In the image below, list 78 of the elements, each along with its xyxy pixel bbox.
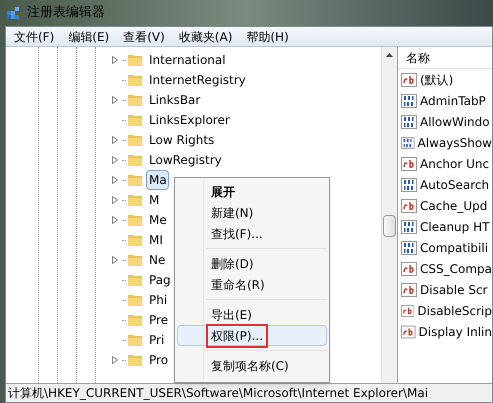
folder-icon bbox=[127, 53, 143, 67]
string-value-icon bbox=[401, 304, 414, 318]
menu-item[interactable]: 编辑(E) bbox=[66, 28, 112, 46]
tree-item[interactable]: MI bbox=[146, 230, 165, 250]
registry-editor-icon bbox=[6, 5, 22, 21]
tree-item[interactable]: LinksBar bbox=[146, 90, 202, 110]
value-name[interactable]: CSS_Compa bbox=[420, 260, 492, 278]
folder-icon bbox=[127, 73, 143, 87]
tree-item[interactable]: LinksExplorer bbox=[146, 110, 232, 130]
tree-item[interactable]: International bbox=[146, 50, 228, 70]
folder-icon bbox=[127, 253, 143, 267]
folder-icon bbox=[127, 113, 143, 127]
string-value-icon bbox=[401, 72, 417, 86]
tree-item[interactable]: Me bbox=[146, 210, 169, 230]
scroll-up-arrow-icon[interactable] bbox=[386, 53, 393, 57]
tree-item[interactable]: Low Rights bbox=[146, 130, 216, 150]
tree-item[interactable]: Ma bbox=[146, 170, 169, 190]
window-title: 注册表编辑器 bbox=[27, 4, 105, 22]
value-name[interactable]: AutoSearch bbox=[420, 176, 490, 194]
column-header[interactable]: 名称 bbox=[398, 47, 492, 69]
binary-value-icon bbox=[401, 114, 417, 128]
binary-value-icon bbox=[401, 240, 417, 254]
menu-item[interactable]: 文件(F) bbox=[12, 28, 56, 46]
context-menu-item[interactable]: 复制项名称(C) bbox=[177, 355, 327, 376]
value-name[interactable]: AlwaysShow bbox=[418, 134, 492, 152]
context-menu-item[interactable]: 删除(D) bbox=[177, 253, 327, 274]
binary-value-icon bbox=[401, 220, 417, 234]
status-bar: 计算机\HKEY_CURRENT_USER\Software\Microsoft\Internet Explorer\Mai bbox=[6, 383, 492, 402]
tree-item[interactable]: M bbox=[146, 190, 162, 210]
folder-icon bbox=[127, 353, 143, 367]
tree-item[interactable]: Pro bbox=[146, 350, 170, 370]
folder-icon bbox=[127, 133, 143, 147]
binary-value-icon bbox=[401, 178, 417, 192]
folder-icon bbox=[127, 273, 143, 287]
value-name[interactable]: Anchor Unc bbox=[420, 154, 490, 172]
context-menu-item[interactable]: 查找(F)... bbox=[177, 223, 327, 244]
binary-value-icon bbox=[401, 136, 415, 150]
folder-icon bbox=[127, 173, 143, 187]
folder-icon bbox=[127, 193, 143, 207]
tree-item[interactable]: LowRegistry bbox=[146, 150, 224, 170]
menu-item[interactable]: 查看(V) bbox=[121, 28, 167, 46]
string-value-icon bbox=[401, 156, 417, 170]
value-name[interactable]: Compatibili bbox=[420, 238, 488, 256]
value-name[interactable]: Display Inlin bbox=[418, 322, 492, 340]
value-name[interactable]: AllowWindo bbox=[420, 112, 490, 130]
context-menu-item[interactable]: 重命名(R) bbox=[177, 274, 327, 295]
tree-item[interactable]: Ne bbox=[146, 250, 168, 270]
string-value-icon bbox=[401, 324, 416, 338]
folder-icon bbox=[127, 333, 143, 347]
folder-icon bbox=[127, 93, 143, 107]
string-value-icon bbox=[401, 282, 417, 296]
tree-item[interactable]: Pre bbox=[146, 310, 170, 330]
string-value-icon bbox=[401, 198, 417, 212]
menu-item[interactable]: 收藏夹(A) bbox=[176, 28, 234, 46]
value-name[interactable]: DisableScrip bbox=[417, 302, 492, 320]
value-name[interactable]: (默认) bbox=[420, 70, 454, 88]
scrollbar[interactable] bbox=[381, 47, 397, 383]
scroll-thumb[interactable] bbox=[383, 215, 396, 237]
tree-item[interactable]: Pri bbox=[146, 330, 166, 350]
context-menu-item[interactable]: 展开 bbox=[177, 181, 327, 202]
value-name[interactable]: Cache_Upd bbox=[420, 196, 488, 214]
folder-icon bbox=[127, 153, 143, 167]
tree-item[interactable]: Phi bbox=[146, 290, 170, 310]
menu-item[interactable]: 帮助(H) bbox=[244, 28, 291, 46]
tree-item[interactable]: Pag bbox=[146, 270, 173, 290]
context-menu-item[interactable]: 导出(E) bbox=[177, 304, 327, 325]
folder-icon bbox=[127, 313, 143, 327]
value-name[interactable]: AdminTabP bbox=[420, 92, 486, 110]
folder-icon bbox=[127, 293, 143, 307]
folder-icon bbox=[127, 233, 143, 247]
context-menu-item[interactable]: 新建(N) bbox=[177, 202, 327, 223]
context-menu-item[interactable]: 权限(P)... bbox=[177, 325, 327, 346]
value-name[interactable]: Cleanup HT bbox=[420, 218, 490, 236]
folder-icon bbox=[127, 213, 143, 227]
value-name[interactable]: Disable Scr bbox=[420, 280, 488, 298]
tree-item[interactable]: InternetRegistry bbox=[146, 70, 248, 90]
string-value-icon bbox=[401, 262, 417, 276]
binary-value-icon bbox=[401, 94, 417, 108]
